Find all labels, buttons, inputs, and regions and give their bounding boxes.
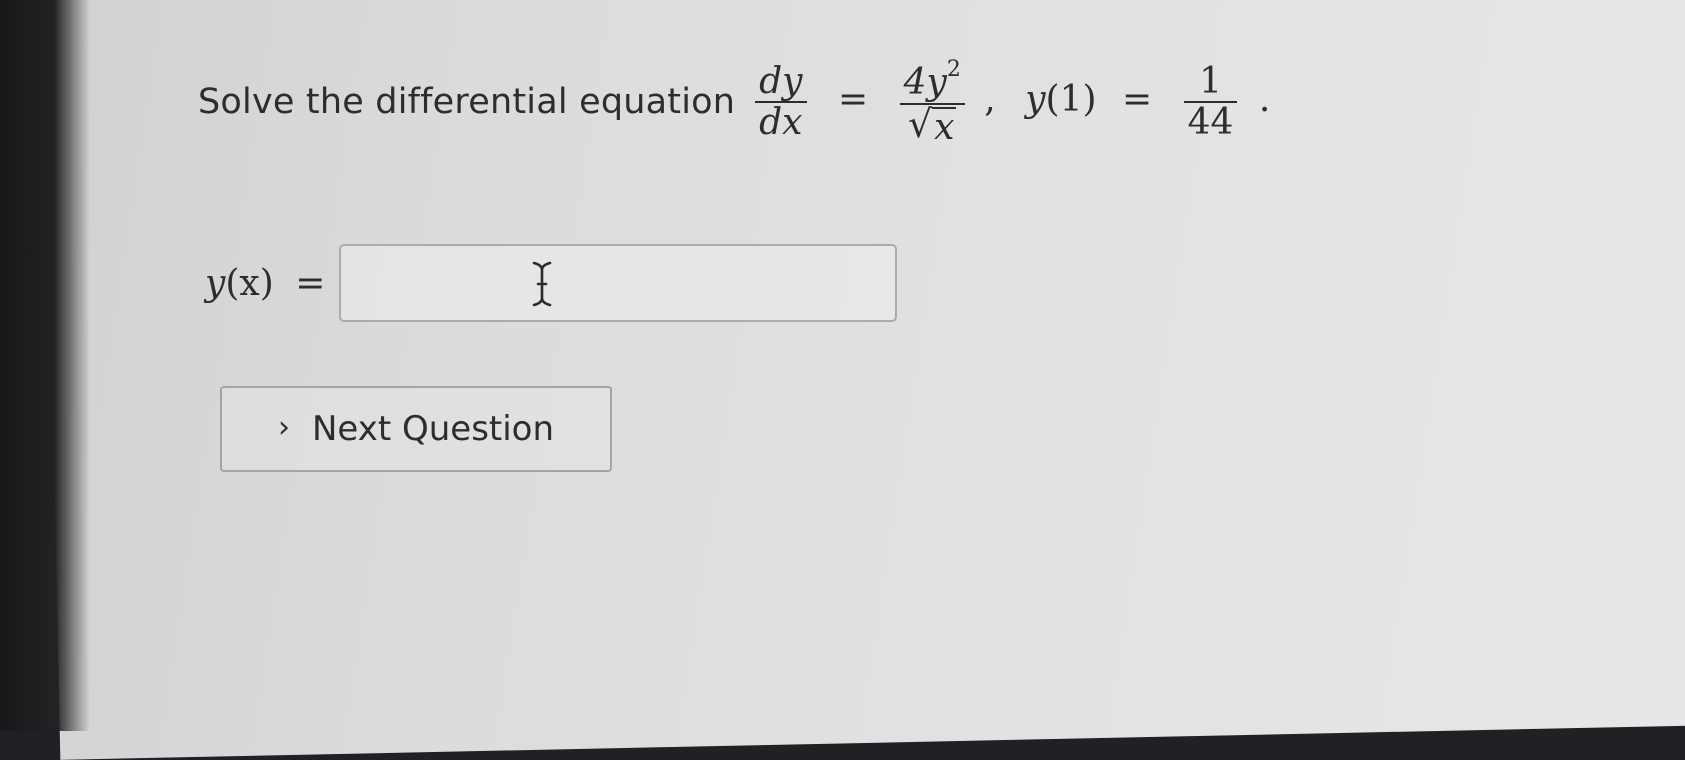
initial-condition-numerator: 1 xyxy=(1199,60,1222,102)
answer-input[interactable] xyxy=(339,244,898,322)
differential-equation: dy dx = 4y2 √ x , y(1) = 1 44 . xyxy=(749,57,1271,147)
initial-condition-fraction: 1 44 xyxy=(1183,60,1238,144)
sentence-period: . xyxy=(1258,79,1271,121)
equals-sign: = xyxy=(837,79,869,121)
next-question-label: Next Question xyxy=(311,409,555,449)
answer-label-arg: (x) xyxy=(225,262,274,304)
question-panel: Solve the differential equation dy dx = … xyxy=(0,0,1685,731)
question-prompt: Solve the differential equation xyxy=(198,82,736,123)
square-root: √ x xyxy=(908,105,957,147)
radicand: x xyxy=(932,106,957,148)
derivative-numerator: dy xyxy=(759,60,803,102)
rhs-numerator-base: 4y xyxy=(903,62,947,103)
initial-condition-equals: = xyxy=(1122,79,1153,121)
initial-condition-denominator: 44 xyxy=(1187,102,1234,144)
rhs-numerator-exponent: 2 xyxy=(946,57,961,82)
initial-condition-func: y xyxy=(1025,79,1046,121)
answer-label: y(x) = xyxy=(205,263,325,304)
answer-label-equals: = xyxy=(295,262,326,304)
text-cursor-icon xyxy=(532,261,552,307)
rhs-fraction: 4y2 √ x xyxy=(899,57,965,147)
answer-label-func: y xyxy=(205,262,226,304)
rhs-numerator: 4y2 xyxy=(900,57,965,103)
rhs-denominator: √ x xyxy=(904,105,961,147)
separator-comma: , xyxy=(984,79,996,121)
radical-sign-icon: √ xyxy=(907,101,933,146)
derivative-fraction: dy dx xyxy=(755,60,807,144)
derivative-denominator: dx xyxy=(759,102,803,144)
initial-condition-arg: (1) xyxy=(1045,79,1097,121)
chevron-right-icon: › xyxy=(277,409,290,445)
next-question-button[interactable]: › Next Question xyxy=(220,386,612,472)
question-statement: Solve the differential equation dy dx = … xyxy=(198,57,1271,147)
